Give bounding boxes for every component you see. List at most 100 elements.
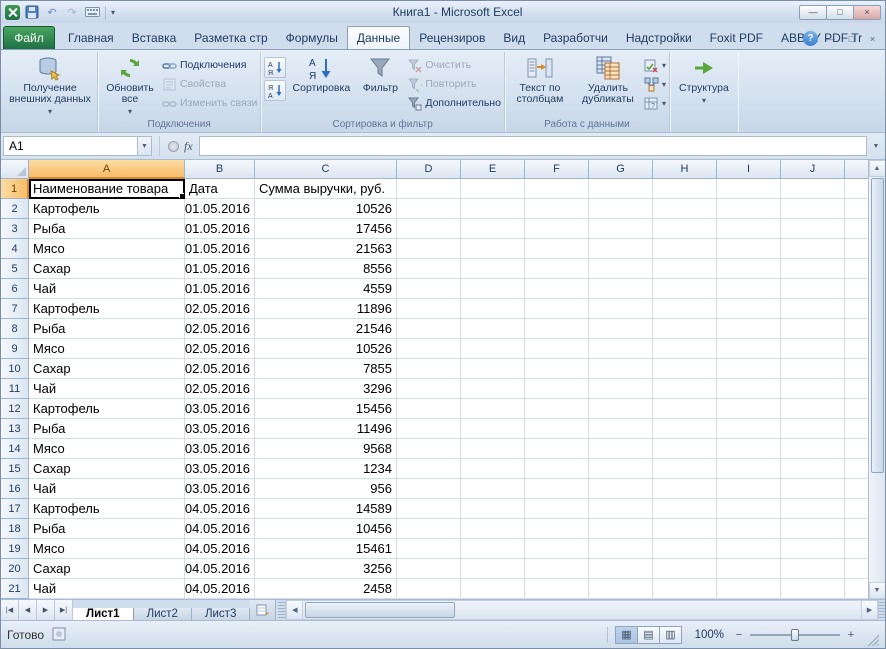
column-header-B[interactable]: B [185,160,255,179]
vertical-scroll-thumb[interactable] [871,178,884,473]
clear-filter-button[interactable]: Очистить [407,57,501,73]
cell-D1[interactable] [397,179,461,199]
cell-A20[interactable]: Сахар [29,559,185,579]
cell-H18[interactable] [653,519,717,539]
cell-E9[interactable] [461,339,525,359]
cell-E8[interactable] [461,319,525,339]
data-validation-button[interactable]: ▾ [644,57,666,73]
cell-H4[interactable] [653,239,717,259]
save-icon[interactable] [24,4,40,20]
cell-J4[interactable] [781,239,845,259]
cell-J1[interactable] [781,179,845,199]
cell-A7[interactable]: Картофель [29,299,185,319]
cell-C2[interactable]: 10526 [255,199,397,219]
cell-A19[interactable]: Мясо [29,539,185,559]
cell-A17[interactable]: Картофель [29,499,185,519]
cell-G4[interactable] [589,239,653,259]
cell-B14[interactable]: 03.05.2016 [185,439,255,459]
cell-A12[interactable]: Картофель [29,399,185,419]
row-header-5[interactable]: 5 [1,259,29,279]
cell-F12[interactable] [525,399,589,419]
cell-A14[interactable]: Мясо [29,439,185,459]
cell-G1[interactable] [589,179,653,199]
column-header-A[interactable]: A [29,160,185,179]
cell-D13[interactable] [397,419,461,439]
cell-H8[interactable] [653,319,717,339]
row-header-6[interactable]: 6 [1,279,29,299]
cell-I18[interactable] [717,519,781,539]
cell-C21[interactable]: 2458 [255,579,397,599]
cell-F13[interactable] [525,419,589,439]
sheet-tab-лист3[interactable]: Лист3 [192,608,250,620]
row-header-21[interactable]: 21 [1,579,29,599]
cell-A5[interactable]: Сахар [29,259,185,279]
column-header-E[interactable]: E [461,160,525,179]
row-header-19[interactable]: 19 [1,539,29,559]
cell-J16[interactable] [781,479,845,499]
cell-F19[interactable] [525,539,589,559]
cell-F16[interactable] [525,479,589,499]
zoom-slider-track[interactable] [750,634,840,636]
scroll-right-icon[interactable]: ▶ [861,600,878,620]
row-header-1[interactable]: 1 [1,179,29,199]
row-header-8[interactable]: 8 [1,319,29,339]
cell-G19[interactable] [589,539,653,559]
cell-H9[interactable] [653,339,717,359]
cell-D19[interactable] [397,539,461,559]
row-header-13[interactable]: 13 [1,419,29,439]
cell-B9[interactable]: 02.05.2016 [185,339,255,359]
cell-G3[interactable] [589,219,653,239]
cell-F14[interactable] [525,439,589,459]
scrollbar-split-handle[interactable] [878,600,885,620]
cell-B3[interactable]: 01.05.2016 [185,219,255,239]
cell-J3[interactable] [781,219,845,239]
cell-E5[interactable] [461,259,525,279]
cell-B16[interactable]: 03.05.2016 [185,479,255,499]
cell-G16[interactable] [589,479,653,499]
row-header-15[interactable]: 15 [1,459,29,479]
cell-G2[interactable] [589,199,653,219]
cell-C9[interactable]: 10526 [255,339,397,359]
cell-C13[interactable]: 11496 [255,419,397,439]
excel-logo-icon[interactable] [5,5,20,20]
cell-D4[interactable] [397,239,461,259]
cell-D9[interactable] [397,339,461,359]
row-header-9[interactable]: 9 [1,339,29,359]
cell-J15[interactable] [781,459,845,479]
horizontal-scroll-track[interactable] [303,600,861,620]
row-header-12[interactable]: 12 [1,399,29,419]
sheet-tab-лист2[interactable]: Лист2 [134,608,192,620]
remove-duplicates-button[interactable]: Удалить дубликаты [575,53,641,105]
cell-H13[interactable] [653,419,717,439]
cell-D21[interactable] [397,579,461,599]
resize-grip[interactable] [866,633,879,646]
cell-B13[interactable]: 03.05.2016 [185,419,255,439]
cell-E10[interactable] [461,359,525,379]
cell-C3[interactable]: 17456 [255,219,397,239]
column-header-C[interactable]: C [255,160,397,179]
tab-надстройки[interactable]: Надстройки [617,26,701,49]
cell-C20[interactable]: 3256 [255,559,397,579]
cell-J21[interactable] [781,579,845,599]
refresh-all-button[interactable]: Обновить все ▾ [101,53,159,117]
formula-input[interactable] [199,136,867,156]
advanced-filter-button[interactable]: Дополнительно [407,95,501,111]
close-button[interactable]: × [853,5,881,20]
cell-C8[interactable]: 21546 [255,319,397,339]
cell-E6[interactable] [461,279,525,299]
tab-данные[interactable]: Данные [347,26,410,49]
row-header-16[interactable]: 16 [1,479,29,499]
cell-I10[interactable] [717,359,781,379]
filter-button[interactable]: Фильтр [356,53,404,94]
cell-I7[interactable] [717,299,781,319]
cell-J12[interactable] [781,399,845,419]
cell-A13[interactable]: Рыба [29,419,185,439]
cell-I13[interactable] [717,419,781,439]
scroll-up-icon[interactable]: ▲ [869,160,886,177]
cell-C6[interactable]: 4559 [255,279,397,299]
cell-E2[interactable] [461,199,525,219]
cell-D3[interactable] [397,219,461,239]
cell-E20[interactable] [461,559,525,579]
cell-J14[interactable] [781,439,845,459]
cell-I20[interactable] [717,559,781,579]
